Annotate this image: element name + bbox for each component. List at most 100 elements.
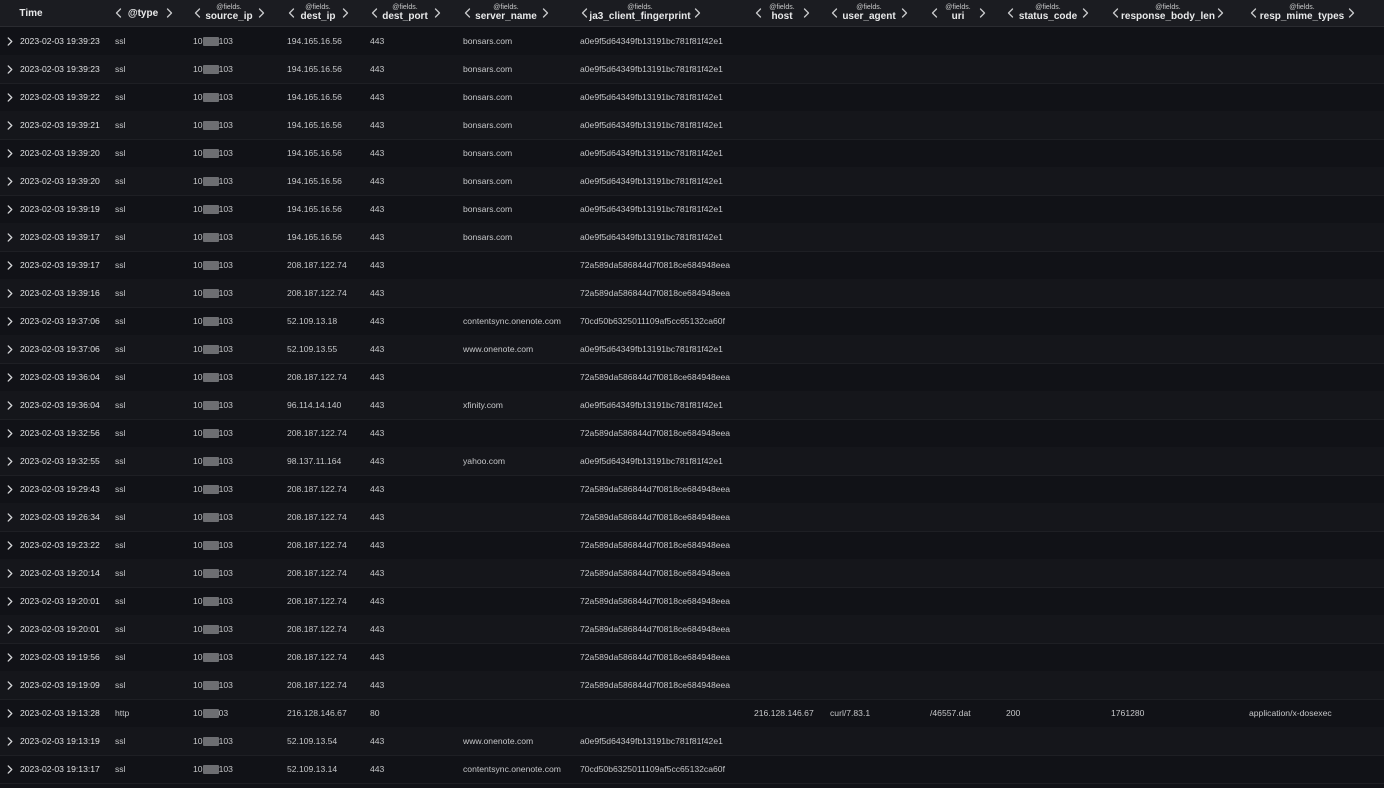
chevron-left-icon[interactable] [752,6,764,20]
table-row[interactable]: 2023-02-03 19:26:34 10 103 ssl 208.187.122.7… [0,503,1384,532]
chevron-right-icon[interactable] [691,6,703,20]
chevron-right-icon[interactable] [4,146,16,160]
chevron-left-icon[interactable] [928,6,940,20]
cell-server-name: bonsars.com [463,120,513,130]
table-row[interactable]: 2023-02-03 19:13:19 10 103 ssl 52.109.13.54 4… [0,727,1384,756]
table-row[interactable]: 2023-02-03 19:23:22 10 103 ssl 208.187.122.7… [0,531,1384,560]
chevron-right-icon[interactable] [4,174,16,188]
table-row[interactable]: 2023-02-03 19:39:16 10 103 ssl 208.187.122.7… [0,279,1384,308]
chevron-left-icon[interactable] [461,6,473,20]
table-row[interactable]: 2023-02-03 19:39:19 10 103 ssl 194.165.16.56… [0,195,1384,224]
column-header-name: ja3_client_fingerprint [589,10,691,22]
table-row[interactable]: 2023-02-03 19:39:21 10 103 ssl 194.165.16.56… [0,111,1384,140]
chevron-left-icon[interactable] [1004,6,1016,20]
chevron-left-icon[interactable] [1247,6,1259,20]
cell-dest-ip: 194.165.16.56 [287,36,342,46]
cell-type: ssl [115,596,126,606]
table-row[interactable]: 2023-02-03 19:32:56 10 103 ssl 208.187.122.7… [0,419,1384,448]
source-ip-suffix: 103 [218,428,233,438]
table-row[interactable]: 2023-02-03 19:20:01 10 103 ssl 208.187.122.7… [0,587,1384,616]
chevron-right-icon[interactable] [4,90,16,104]
column-header-name: status_code [1018,10,1078,22]
chevron-left-icon[interactable] [368,6,380,20]
column-header-name: Time [19,7,43,19]
chevron-right-icon[interactable] [4,62,16,76]
chevron-right-icon[interactable] [4,538,16,552]
chevron-right-icon[interactable] [4,314,16,328]
chevron-right-icon[interactable] [4,482,16,496]
chevron-right-icon[interactable] [4,258,16,272]
source-ip-suffix: 103 [218,540,233,550]
chevron-right-icon[interactable] [1214,6,1226,20]
chevron-right-icon[interactable] [1345,6,1357,20]
chevron-left-icon[interactable] [578,6,590,20]
cell-time: 2023-02-03 19:39:20 [20,148,100,158]
table-row[interactable]: 2023-02-03 19:39:23 10 103 ssl 194.165.16.56… [0,27,1384,56]
chevron-right-icon[interactable] [4,454,16,468]
cell-time: 2023-02-03 19:20:01 [20,624,100,634]
table-row[interactable]: 2023-02-03 19:13:28 10 03 http 216.128.146.6… [0,699,1384,728]
chevron-right-icon[interactable] [4,230,16,244]
chevron-left-icon[interactable] [1109,6,1121,20]
table-row[interactable]: 2023-02-03 19:32:55 10 103 ssl 98.137.11.164… [0,447,1384,476]
chevron-right-icon[interactable] [4,510,16,524]
chevron-right-icon[interactable] [4,426,16,440]
table-row[interactable]: 2023-02-03 19:36:04 10 103 ssl 96.114.14.140… [0,391,1384,420]
chevron-right-icon[interactable] [4,650,16,664]
table-row[interactable]: 2023-02-03 19:39:23 10 103 ssl 194.165.16.56… [0,55,1384,84]
cell-source-ip: 10 103 [193,55,233,83]
source-ip-prefix: 10 [193,652,203,662]
chevron-left-icon[interactable] [828,6,840,20]
table-row[interactable]: 2023-02-03 19:39:17 10 103 ssl 194.165.16.56… [0,223,1384,252]
chevron-left-icon[interactable] [112,6,124,20]
source-ip-prefix: 10 [193,484,203,494]
chevron-right-icon[interactable] [4,118,16,132]
chevron-right-icon[interactable] [4,342,16,356]
cell-source-ip: 10 103 [193,503,233,531]
cell-source-ip: 10 103 [193,587,233,615]
source-ip-prefix: 10 [193,736,203,746]
chevron-right-icon[interactable] [4,202,16,216]
table-row[interactable]: 2023-02-03 19:20:14 10 103 ssl 208.187.122.7… [0,559,1384,588]
cell-ja3: 72a589da586844d7f0818ce684948eea [580,512,731,522]
chevron-right-icon[interactable] [4,286,16,300]
cell-time: 2023-02-03 19:13:17 [20,764,100,774]
chevron-right-icon[interactable] [4,594,16,608]
cell-dest-port: 443 [370,148,385,158]
table-row[interactable]: 2023-02-03 19:20:01 10 103 ssl 208.187.122.7… [0,615,1384,644]
table-row[interactable]: 2023-02-03 19:39:17 10 103 ssl 208.187.122.7… [0,251,1384,280]
source-ip-suffix: 103 [218,176,233,186]
chevron-right-icon[interactable] [4,762,16,776]
table-row[interactable]: 2023-02-03 19:19:56 10 103 ssl 208.187.122.7… [0,643,1384,672]
cell-type: ssl [115,736,126,746]
chevron-left-icon[interactable] [191,6,203,20]
table-row[interactable]: 2023-02-03 19:37:06 10 103 ssl 52.109.13.18 4… [0,307,1384,336]
table-row[interactable]: 2023-02-03 19:13:17 10 103 ssl 52.109.13.14 4… [0,755,1384,784]
table-row[interactable]: 2023-02-03 19:29:43 10 103 ssl 208.187.122.7… [0,475,1384,504]
table-row[interactable]: 2023-02-03 19:36:04 10 103 ssl 208.187.122.7… [0,363,1384,392]
cell-dest-port: 443 [370,92,385,102]
column-header-name: dest_port [382,10,428,22]
chevron-right-icon[interactable] [4,566,16,580]
table-row[interactable]: 2023-02-03 19:19:09 10 103 ssl 208.187.122.7… [0,671,1384,700]
table-row[interactable]: 2023-02-03 19:37:06 10 103 ssl 52.109.13.55 4… [0,335,1384,364]
chevron-right-icon[interactable] [4,706,16,720]
cell-dest-port: 443 [370,400,385,410]
cell-type: ssl [115,204,126,214]
chevron-right-icon[interactable] [4,678,16,692]
cell-dest-port: 443 [370,316,385,326]
cell-dest-port: 443 [370,64,385,74]
cell-ja3: 72a589da586844d7f0818ce684948eea [580,680,731,690]
chevron-right-icon[interactable] [4,370,16,384]
chevron-right-icon[interactable] [4,622,16,636]
table-row[interactable]: 2023-02-03 19:39:20 10 103 ssl 194.165.16.56… [0,139,1384,168]
chevron-left-icon[interactable] [285,6,297,20]
chevron-right-icon[interactable] [4,734,16,748]
table-row[interactable]: 2023-02-03 19:39:20 10 103 ssl 194.165.16.56… [0,167,1384,196]
table-row[interactable]: 2023-02-03 19:39:22 10 103 ssl 194.165.16.56… [0,83,1384,112]
chevron-right-icon[interactable] [539,6,551,20]
chevron-right-icon[interactable] [1079,6,1091,20]
chevron-right-icon[interactable] [4,34,16,48]
chevron-right-icon[interactable] [4,398,16,412]
cell-server-name: www.onenote.com [463,344,534,354]
